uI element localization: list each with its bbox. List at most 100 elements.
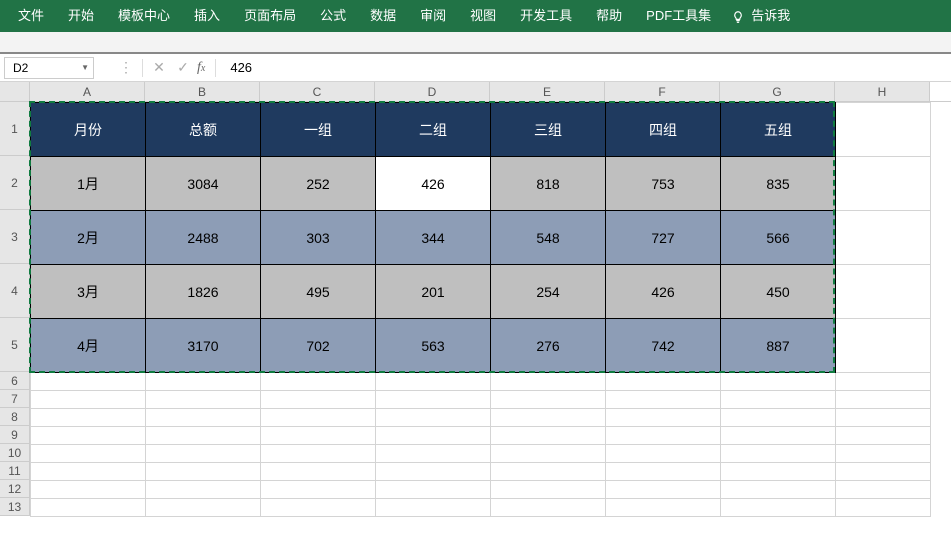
cell[interactable]	[721, 373, 836, 391]
row-header[interactable]: 12	[0, 480, 30, 498]
col-header-G[interactable]: G	[720, 82, 835, 101]
cell[interactable]: 3084	[146, 157, 261, 211]
cell[interactable]	[836, 103, 931, 157]
cell[interactable]	[836, 445, 931, 463]
cell[interactable]	[606, 391, 721, 409]
row-header[interactable]: 3	[0, 210, 30, 264]
cell[interactable]	[31, 427, 146, 445]
cell[interactable]: 450	[721, 265, 836, 319]
cells-area[interactable]: 月份 总额 一组 二组 三组 四组 五组 1月 3084 252 426 818…	[30, 102, 931, 517]
menu-home[interactable]: 开始	[56, 0, 106, 32]
dots-icon[interactable]: ⋮	[114, 59, 138, 76]
cell[interactable]	[491, 391, 606, 409]
formula-input[interactable]	[220, 57, 951, 79]
menu-pdf-tools[interactable]: PDF工具集	[634, 0, 723, 32]
cell[interactable]	[836, 373, 931, 391]
cell[interactable]	[721, 445, 836, 463]
cell[interactable]: 742	[606, 319, 721, 373]
cell[interactable]	[836, 409, 931, 427]
cell[interactable]: 818	[491, 157, 606, 211]
cell[interactable]: 303	[261, 211, 376, 265]
cell[interactable]	[146, 499, 261, 517]
cell[interactable]	[146, 391, 261, 409]
cell[interactable]	[491, 445, 606, 463]
cell[interactable]	[491, 463, 606, 481]
cell[interactable]	[31, 481, 146, 499]
cell[interactable]	[836, 481, 931, 499]
cell[interactable]	[376, 391, 491, 409]
menu-review[interactable]: 审阅	[408, 0, 458, 32]
cell[interactable]: 276	[491, 319, 606, 373]
cell[interactable]	[606, 409, 721, 427]
row-header[interactable]: 7	[0, 390, 30, 408]
cell[interactable]	[606, 445, 721, 463]
row-header[interactable]: 9	[0, 426, 30, 444]
cell[interactable]	[491, 499, 606, 517]
header-cell[interactable]: 三组	[491, 103, 606, 157]
col-header-B[interactable]: B	[145, 82, 260, 101]
cell[interactable]	[606, 499, 721, 517]
col-header-C[interactable]: C	[260, 82, 375, 101]
cell[interactable]	[146, 445, 261, 463]
cell[interactable]: 344	[376, 211, 491, 265]
cell[interactable]	[146, 481, 261, 499]
cell[interactable]	[261, 373, 376, 391]
cell[interactable]	[836, 319, 931, 373]
header-cell[interactable]: 一组	[261, 103, 376, 157]
cell[interactable]: 252	[261, 157, 376, 211]
menu-templates[interactable]: 模板中心	[106, 0, 182, 32]
header-cell[interactable]: 月份	[31, 103, 146, 157]
cell[interactable]	[146, 373, 261, 391]
cell[interactable]	[146, 427, 261, 445]
row-header[interactable]: 11	[0, 462, 30, 480]
cell[interactable]	[261, 463, 376, 481]
cell[interactable]	[721, 463, 836, 481]
cell[interactable]: 254	[491, 265, 606, 319]
menu-help[interactable]: 帮助	[584, 0, 634, 32]
cell[interactable]	[31, 373, 146, 391]
cell[interactable]	[606, 373, 721, 391]
cell[interactable]: 566	[721, 211, 836, 265]
menu-devtools[interactable]: 开发工具	[508, 0, 584, 32]
menu-page-layout[interactable]: 页面布局	[232, 0, 308, 32]
cell[interactable]	[376, 499, 491, 517]
col-header-A[interactable]: A	[30, 82, 145, 101]
header-cell[interactable]: 总额	[146, 103, 261, 157]
cell[interactable]	[836, 499, 931, 517]
cell[interactable]	[261, 391, 376, 409]
cancel-icon[interactable]: ✕	[147, 59, 171, 76]
cell[interactable]	[721, 427, 836, 445]
cell[interactable]	[836, 463, 931, 481]
cell[interactable]	[491, 373, 606, 391]
row-header[interactable]: 8	[0, 408, 30, 426]
cell[interactable]	[261, 427, 376, 445]
menu-file[interactable]: 文件	[6, 0, 56, 32]
menu-formulas[interactable]: 公式	[308, 0, 358, 32]
row-header[interactable]: 6	[0, 372, 30, 390]
cell[interactable]	[31, 409, 146, 427]
row-header[interactable]: 1	[0, 102, 30, 156]
cell[interactable]: 201	[376, 265, 491, 319]
cell[interactable]	[146, 463, 261, 481]
cell[interactable]	[491, 481, 606, 499]
cell[interactable]	[836, 157, 931, 211]
cell[interactable]	[836, 427, 931, 445]
row-header[interactable]: 5	[0, 318, 30, 372]
cell[interactable]	[31, 445, 146, 463]
menu-data[interactable]: 数据	[358, 0, 408, 32]
col-header-D[interactable]: D	[375, 82, 490, 101]
cell[interactable]	[31, 499, 146, 517]
cell[interactable]: 426	[606, 265, 721, 319]
cell[interactable]	[721, 481, 836, 499]
cell[interactable]	[376, 445, 491, 463]
cell[interactable]	[836, 391, 931, 409]
cell[interactable]	[146, 409, 261, 427]
cell[interactable]	[721, 391, 836, 409]
cell[interactable]: 2月	[31, 211, 146, 265]
name-box[interactable]: D2 ▼	[4, 57, 94, 79]
cell[interactable]	[491, 409, 606, 427]
cell[interactable]: 3月	[31, 265, 146, 319]
header-cell[interactable]: 五组	[721, 103, 836, 157]
select-all-corner[interactable]	[0, 82, 30, 101]
cell[interactable]	[376, 463, 491, 481]
